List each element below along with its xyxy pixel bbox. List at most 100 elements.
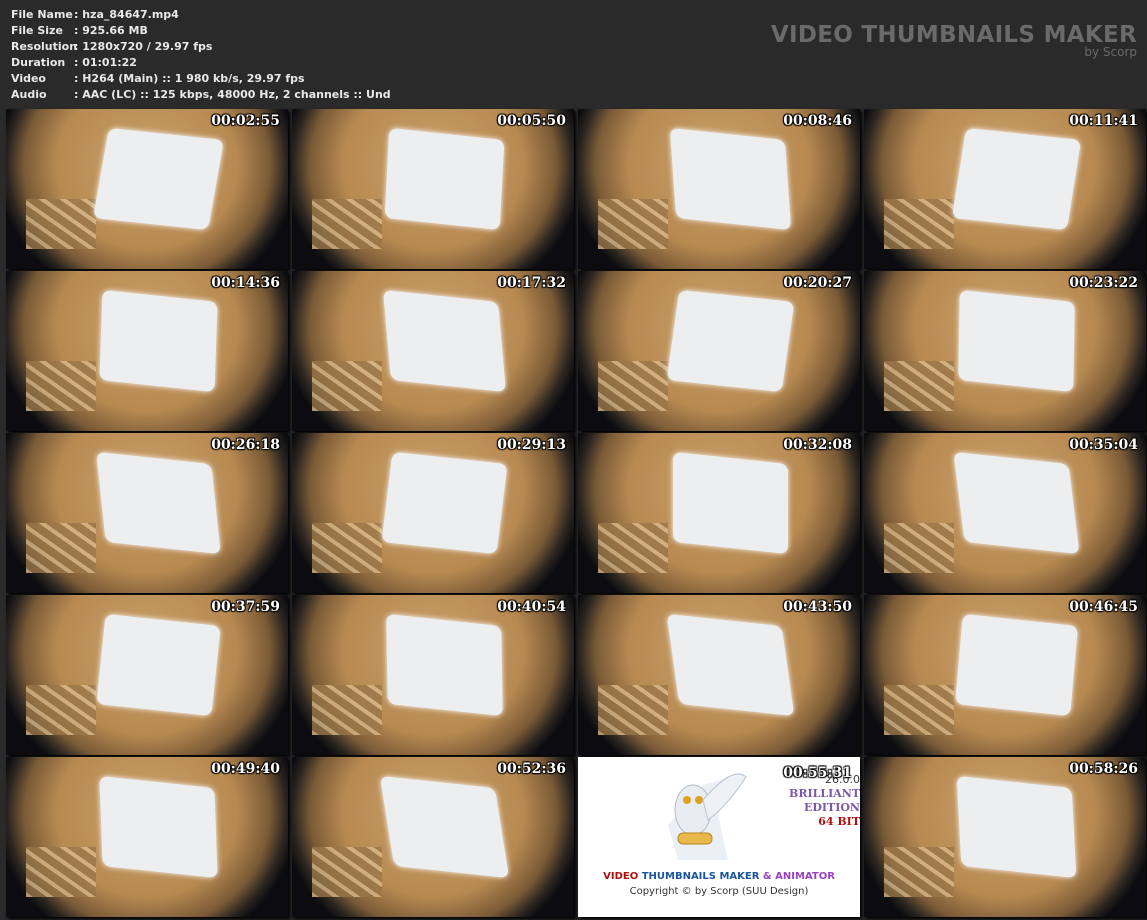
bed: [96, 613, 221, 717]
timestamp: 00:52:36: [497, 761, 566, 777]
bed: [666, 613, 795, 717]
timestamp: 00:14:36: [211, 275, 280, 291]
owl-logo-icon: [668, 773, 747, 860]
file-info-panel: File Name: hza_84647.mp4 File Size: 925.6…: [11, 7, 391, 103]
bed: [953, 451, 1080, 555]
bed: [956, 775, 1077, 879]
timestamp: 00:08:46: [783, 113, 852, 129]
bits-label: 64 BIT: [818, 815, 860, 828]
video-thumbnail: 00:11:41: [864, 109, 1146, 269]
video-thumbnail: 00:43:50: [578, 595, 860, 755]
bed: [383, 289, 506, 393]
bed: [958, 289, 1075, 393]
railing: [26, 685, 96, 735]
bed: [669, 127, 792, 231]
timestamp: 00:58:26: [1069, 761, 1138, 777]
timestamp: 00:49:40: [211, 761, 280, 777]
info-row: Audio : AAC (LC) :: 125 kbps, 48000 Hz, 2…: [11, 87, 391, 103]
info-value: : AAC (LC) :: 125 kbps, 48000 Hz, 2 chan…: [74, 88, 391, 101]
timestamp: 00:29:13: [497, 437, 566, 453]
railing: [26, 523, 96, 573]
video-thumbnail: 00:52:36: [292, 757, 574, 917]
brand-title: VIDEO THUMBNAILS MAKER: [770, 22, 1137, 48]
timestamp: 00:05:50: [497, 113, 566, 129]
railing: [884, 199, 954, 249]
info-row: File Name: hza_84647.mp4: [11, 7, 391, 23]
timestamp: 00:35:04: [1069, 437, 1138, 453]
info-label: File Name: [11, 8, 73, 21]
timestamp: 00:23:22: [1069, 275, 1138, 291]
railing: [26, 847, 96, 897]
bed: [99, 775, 218, 879]
railing: [598, 361, 668, 411]
timestamp: 00:17:32: [497, 275, 566, 291]
railing: [312, 685, 382, 735]
railing: [26, 199, 96, 249]
product-name: VIDEO THUMBNAILS MAKER & ANIMATOR: [578, 871, 860, 882]
info-value: : hza_84647.mp4: [74, 8, 179, 21]
bed: [99, 289, 218, 393]
edition-label: BRILLIANT EDITION 64 BIT: [789, 787, 860, 829]
video-thumbnail: 00:23:22: [864, 271, 1146, 431]
product-name-part: & ANIMATOR: [762, 871, 835, 882]
timestamp: 00:40:54: [497, 599, 566, 615]
railing: [884, 847, 954, 897]
video-thumbnail: 00:17:32: [292, 271, 574, 431]
video-thumbnail: 00:46:45: [864, 595, 1146, 755]
railing: [884, 685, 954, 735]
railing: [598, 523, 668, 573]
logo-tile: 26.0.0 BRILLIANT EDITION 64 BIT VIDEO THUM…: [578, 757, 860, 917]
video-thumbnail: 00:05:50: [292, 109, 574, 269]
video-thumbnail: 00:40:54: [292, 595, 574, 755]
timestamp: 00:37:59: [211, 599, 280, 615]
timestamp: 00:02:55: [211, 113, 280, 129]
info-value: : H264 (Main) :: 1 980 kb/s, 29.97 fps: [74, 72, 305, 85]
video-thumbnail: 00:35:04: [864, 433, 1146, 593]
bed: [673, 451, 788, 555]
timestamp: 00:46:45: [1069, 599, 1138, 615]
info-row: Video: H264 (Main) :: 1 980 kb/s, 29.97 …: [11, 71, 391, 87]
timestamp: 00:20:27: [783, 275, 852, 291]
info-value: : 1280x720 / 29.97 fps: [74, 40, 213, 53]
info-label: File Size: [11, 24, 63, 37]
railing: [312, 361, 382, 411]
bed: [386, 613, 503, 717]
thumbnail-grid: 00:02:55 00:05:50 00:08:46 00:11:41 00:14:36…: [6, 109, 1146, 917]
railing: [312, 847, 382, 897]
video-thumbnail: 00:26:18: [6, 433, 288, 593]
brand-watermark: VIDEO THUMBNAILS MAKER by Scorp: [771, 22, 1137, 59]
bed: [93, 127, 224, 231]
video-thumbnail: 00:37:59: [6, 595, 288, 755]
info-value: : 01:01:22: [74, 56, 137, 69]
video-thumbnail: 00:20:27: [578, 271, 860, 431]
product-name-part: VIDEO: [603, 871, 639, 882]
info-label: Audio: [11, 88, 47, 101]
bed: [384, 127, 505, 231]
railing: [598, 685, 668, 735]
product-name-part: THUMBNAILS MAKER: [641, 871, 760, 882]
timestamp: 00:55:31: [783, 765, 852, 781]
info-value: : 925.66 MB: [74, 24, 148, 37]
timestamp: 00:11:41: [1069, 113, 1138, 129]
video-thumbnail: 00:29:13: [292, 433, 574, 593]
info-label: Duration: [11, 56, 66, 69]
railing: [312, 523, 382, 573]
railing: [26, 361, 96, 411]
video-thumbnail: 00:14:36: [6, 271, 288, 431]
info-label: Resolution: [11, 40, 78, 53]
edition-line: EDITION: [803, 801, 860, 814]
info-row: Duration : 01:01:22: [11, 55, 391, 71]
timestamp: 00:32:08: [783, 437, 852, 453]
bed: [96, 451, 221, 555]
railing: [312, 199, 382, 249]
info-row: Resolution: 1280x720 / 29.97 fps: [11, 39, 391, 55]
railing: [884, 361, 954, 411]
info-row: File Size : 925.66 MB: [11, 23, 391, 39]
video-thumbnail: 00:49:40: [6, 757, 288, 917]
video-thumbnail: 00:08:46: [578, 109, 860, 269]
timestamp: 00:26:18: [211, 437, 280, 453]
bed: [951, 127, 1082, 231]
bed: [381, 451, 508, 555]
railing: [598, 199, 668, 249]
video-thumbnail: 00:58:26: [864, 757, 1146, 917]
